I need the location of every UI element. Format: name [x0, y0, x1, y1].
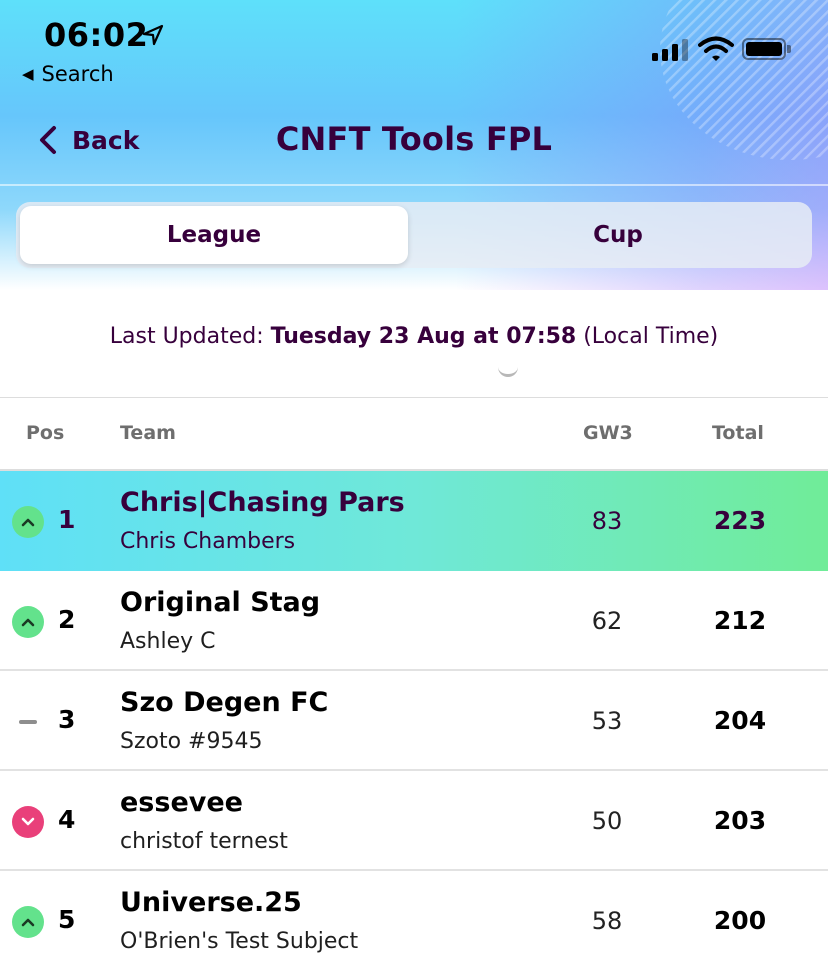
- back-triangle-icon: ◀: [22, 65, 34, 83]
- gameweek-points: 50: [591, 807, 623, 835]
- standings-header: Pos Team GW3 Total: [0, 397, 828, 471]
- table-row[interactable]: 1 Chris|Chasing Pars Chris Chambers 83 2…: [0, 471, 828, 571]
- total-points: 223: [713, 506, 767, 535]
- header-pos: Pos: [26, 422, 65, 444]
- status-time: 06:02: [44, 16, 149, 54]
- position: 1: [58, 505, 76, 534]
- total-points: 200: [713, 906, 767, 935]
- team-name: Original Stag: [120, 587, 321, 618]
- refresh-indicator: [498, 366, 518, 377]
- battery-nub: [787, 45, 791, 53]
- total-points: 204: [713, 706, 767, 735]
- wifi-icon: [698, 36, 734, 61]
- manager-name: Ashley C: [120, 629, 216, 654]
- total-points: 203: [713, 806, 767, 835]
- position: 3: [58, 705, 76, 734]
- team-name: Szo Degen FC: [120, 687, 329, 718]
- total-points: 212: [713, 606, 767, 635]
- team-name: Chris|Chasing Pars: [120, 487, 405, 518]
- rank-up-icon: [12, 506, 44, 538]
- manager-name: O'Brien's Test Subject: [120, 929, 359, 954]
- gameweek-points: 83: [591, 507, 623, 535]
- last-updated-time: Tuesday 23 Aug at 07:58: [270, 324, 577, 349]
- rank-down-icon: [12, 806, 44, 838]
- rank-up-icon: [12, 606, 44, 638]
- page-title: CNFT Tools FPL: [275, 120, 553, 158]
- team-name: Universe.25: [120, 887, 302, 918]
- gameweek-points: 53: [591, 707, 623, 735]
- table-row[interactable]: 4 essevee christof ternest 50 203: [0, 771, 828, 871]
- gameweek-points: 62: [591, 607, 623, 635]
- manager-name: christof ternest: [120, 829, 288, 854]
- header-team: Team: [120, 422, 176, 444]
- header-total: Total: [712, 422, 764, 444]
- table-row[interactable]: 3 Szo Degen FC Szoto #9545 53 204: [0, 671, 828, 771]
- league-cup-tabs: League Cup: [16, 202, 812, 268]
- cellular-signal-icon: [652, 39, 688, 61]
- back-app-label: Search: [41, 62, 114, 86]
- gameweek-points: 58: [591, 907, 623, 935]
- position: 2: [58, 605, 76, 634]
- position: 4: [58, 805, 76, 834]
- tab-league[interactable]: League: [20, 206, 408, 264]
- tab-cup[interactable]: Cup: [424, 206, 812, 264]
- last-updated-prefix: Last Updated:: [109, 324, 271, 349]
- manager-name: Chris Chambers: [120, 529, 296, 554]
- table-row[interactable]: 2 Original Stag Ashley C 62 212: [0, 571, 828, 671]
- manager-name: Szoto #9545: [120, 729, 263, 754]
- last-updated-suffix: (Local Time): [576, 324, 719, 349]
- battery-icon: [742, 38, 786, 60]
- header-gw: GW3: [583, 422, 633, 444]
- team-name: essevee: [120, 787, 243, 818]
- nav-divider: [0, 184, 828, 186]
- position: 5: [58, 905, 76, 934]
- rank-up-icon: [12, 906, 44, 938]
- back-to-search-link[interactable]: ◀ Search: [22, 62, 114, 86]
- location-arrow-icon: [142, 24, 164, 46]
- last-updated-text: Last Updated: Tuesday 23 Aug at 07:58 (L…: [0, 324, 828, 349]
- table-row[interactable]: 5 Universe.25 O'Brien's Test Subject 58 …: [0, 871, 828, 971]
- rank-same-icon: [12, 706, 44, 738]
